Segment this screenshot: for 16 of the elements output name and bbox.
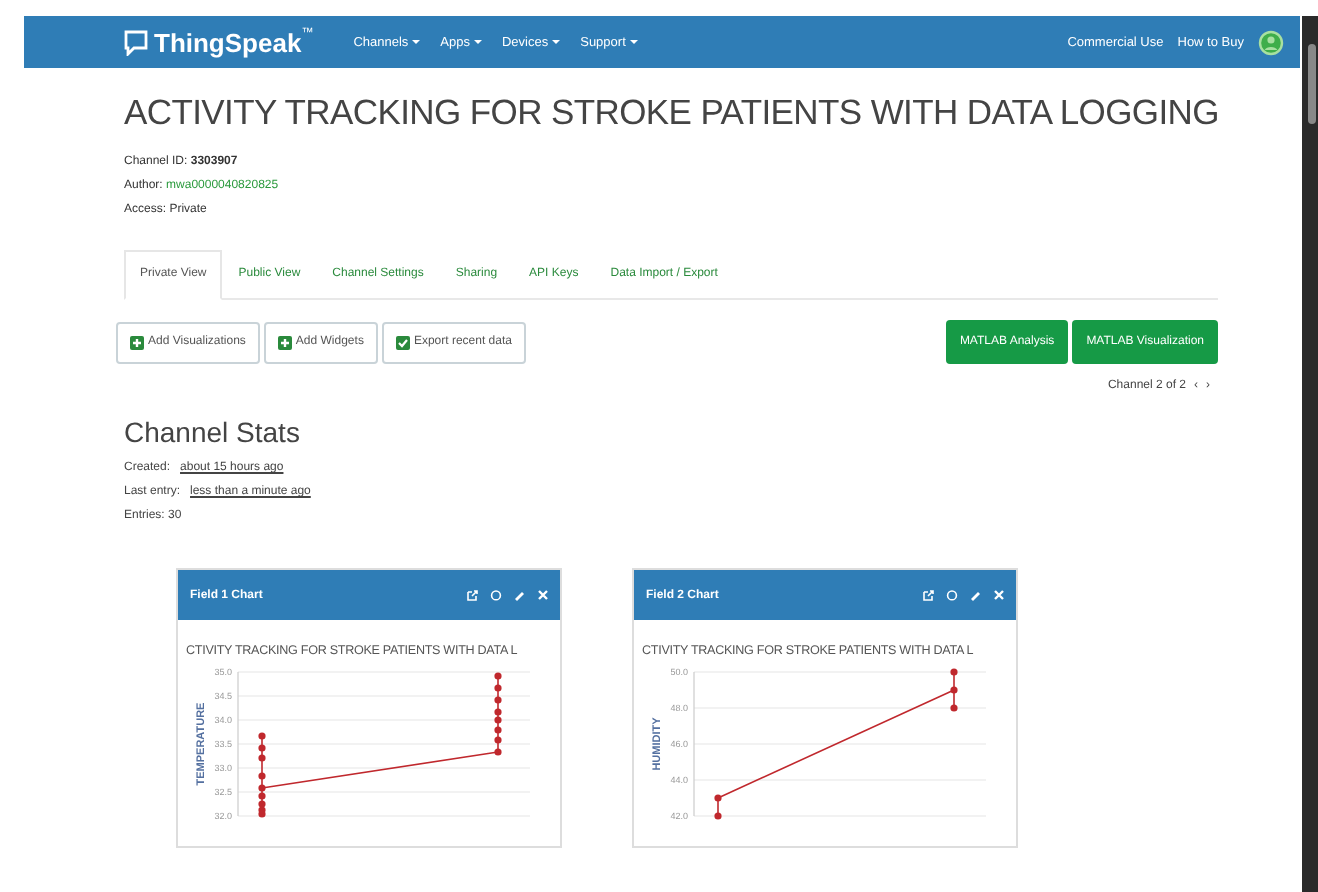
comment-icon[interactable]: [490, 589, 502, 601]
speech-bubble-icon: [124, 29, 148, 55]
close-icon[interactable]: [994, 590, 1004, 600]
pencil-icon[interactable]: [514, 589, 526, 601]
section-heading: Channel Stats: [124, 416, 302, 448]
external-link-icon[interactable]: [466, 589, 478, 601]
pencil-icon[interactable]: [970, 589, 982, 601]
plus-icon: [130, 335, 144, 349]
channel-title: ACTIVITY TRACKING FOR STROKE PATIENTS WITH DATA LOGGING: [124, 92, 1219, 134]
scrollbar[interactable]: [1302, 16, 1318, 892]
comment-icon[interactable]: [946, 589, 958, 601]
checkbox-icon: [395, 335, 410, 349]
close-icon[interactable]: [538, 590, 548, 600]
external-link-icon[interactable]: [922, 589, 934, 601]
plus-icon: [277, 335, 292, 349]
user-avatar-icon[interactable]: [1258, 29, 1284, 55]
